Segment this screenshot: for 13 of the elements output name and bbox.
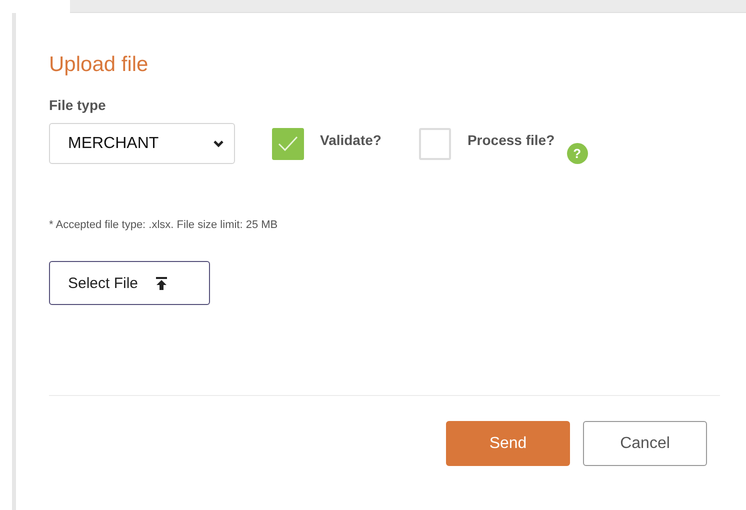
dialog-title: Upload file (49, 52, 148, 78)
file-type-dropdown[interactable]: MERCHANT (49, 123, 235, 164)
cancel-button[interactable]: Cancel (583, 421, 707, 466)
check-icon (277, 134, 299, 152)
checkbox-label: Process file? (467, 132, 555, 148)
checkbox-label: Validate? (320, 132, 382, 148)
upload-icon (156, 276, 168, 290)
checkbox[interactable] (272, 128, 304, 160)
checkbox[interactable] (419, 128, 452, 160)
file-note: * Accepted file type: .xlsx. File size limit: 25 MB (49, 219, 278, 231)
chevron-down-icon (213, 140, 224, 148)
select-file-button[interactable]: Select File (49, 261, 210, 305)
field-label: File type (49, 97, 106, 113)
